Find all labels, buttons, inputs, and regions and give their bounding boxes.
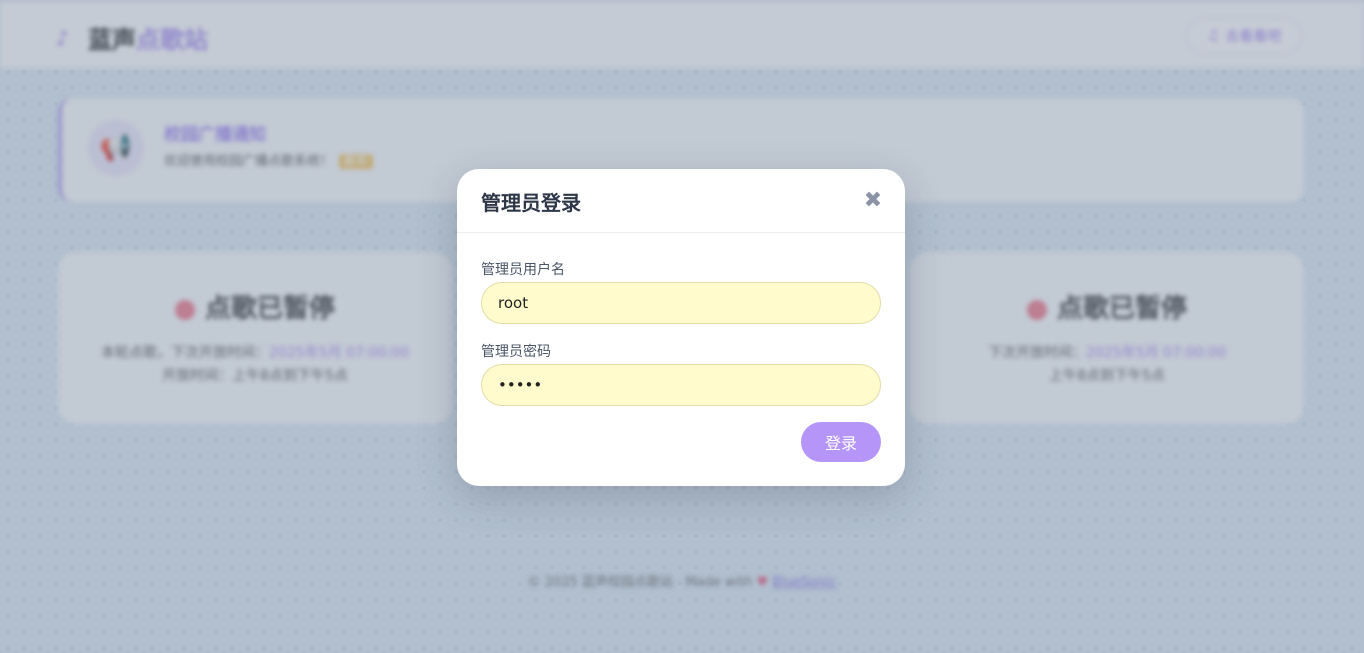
modal-divider	[457, 232, 905, 233]
close-icon[interactable]: ✖	[861, 189, 885, 213]
login-button[interactable]: 登录	[801, 422, 881, 462]
password-input[interactable]	[481, 364, 881, 406]
username-input[interactable]	[481, 282, 881, 324]
password-label: 管理员密码	[481, 344, 551, 360]
admin-login-modal: 管理员登录 ✖ 管理员用户名 管理员密码 登录	[457, 169, 905, 486]
username-label: 管理员用户名	[481, 262, 565, 278]
modal-title: 管理员登录	[481, 191, 581, 215]
